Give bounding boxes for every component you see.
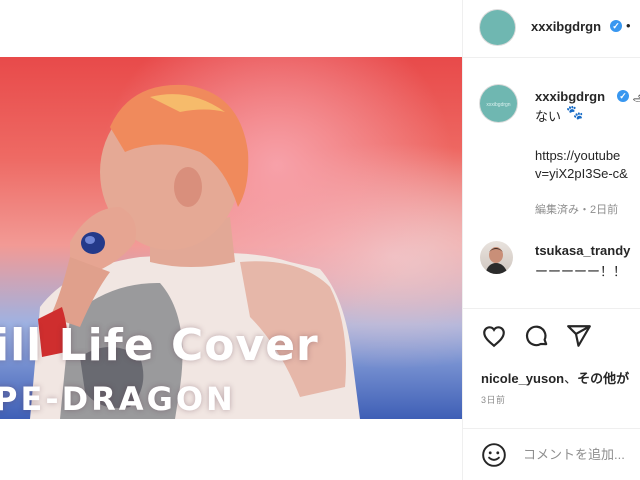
emoji-icon: 🐾 — [566, 104, 584, 120]
post-media[interactable]: ill Life Cover PE-DRAGON — [0, 0, 462, 480]
likes-summary[interactable]: nicole_yuson、その他が — [481, 368, 629, 387]
caption-link-line1[interactable]: https://youtube — [535, 148, 620, 163]
likes-user[interactable]: nicole_yuson — [481, 371, 564, 386]
heart-icon[interactable] — [481, 323, 507, 349]
commenter-avatar-image — [485, 247, 508, 274]
comment-input[interactable] — [523, 444, 640, 464]
caption-username[interactable]: xxxibgdrgn — [535, 89, 605, 104]
commenter-avatar[interactable] — [480, 241, 513, 274]
author-avatar[interactable] — [480, 10, 515, 45]
header-separator: • — [626, 18, 631, 33]
post-date[interactable]: 3日前 — [481, 393, 506, 406]
header-username[interactable]: xxxibgdrgn — [531, 19, 601, 34]
comment-icon[interactable] — [524, 323, 550, 349]
caption-text-line2: ない — [535, 109, 562, 124]
likes-connector: 、 — [564, 371, 578, 386]
image-subtitle-text: PE-DRAGON — [0, 380, 236, 418]
post-side-panel: xxxibgdrgn ✓ • xxxibgdrgn xxxibgdrgn ✓ ஆ… — [462, 0, 640, 480]
comment-username[interactable]: tsukasa_trandy — [535, 243, 630, 258]
emoji-icon[interactable] — [481, 442, 507, 468]
add-comment-bar — [463, 428, 640, 480]
post-header: xxxibgdrgn ✓ • — [463, 0, 640, 58]
caption-text-line1: ஆ — [633, 89, 640, 106]
caption-meta: 編集済み・2日前 — [535, 204, 619, 216]
verified-icon: ✓ — [610, 20, 622, 32]
post-image[interactable]: ill Life Cover PE-DRAGON — [0, 57, 462, 419]
likes-others[interactable]: その他が — [577, 371, 629, 386]
comment-text: ーーーーー！！ — [535, 264, 627, 279]
caption-avatar[interactable]: xxxibgdrgn — [480, 85, 517, 122]
image-title-text: ill Life Cover — [0, 320, 319, 371]
caption-link-line2[interactable]: v=yiX2pI3Se-c& — [535, 166, 628, 181]
share-icon[interactable] — [566, 323, 592, 349]
avatar-wordmark: xxxibgdrgn — [486, 101, 511, 108]
verified-icon: ✓ — [617, 90, 629, 102]
comments-list[interactable]: xxxibgdrgn xxxibgdrgn ✓ ஆ ない 🐾 https://y… — [463, 58, 640, 308]
